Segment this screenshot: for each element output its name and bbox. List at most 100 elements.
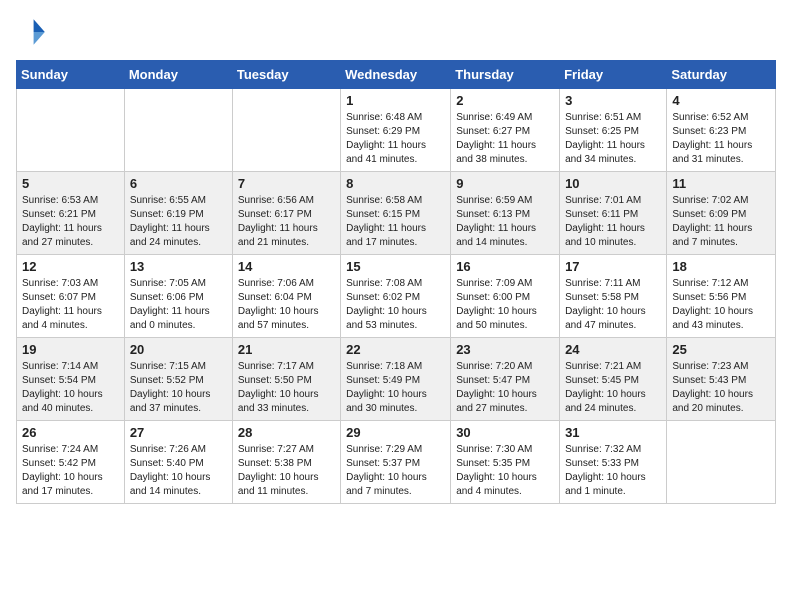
calendar-day-cell: 6 Sunrise: 6:55 AM Sunset: 6:19 PM Daylig… — [124, 172, 232, 255]
calendar-day-cell: 5 Sunrise: 6:53 AM Sunset: 6:21 PM Daylig… — [17, 172, 125, 255]
calendar-day-cell: 17 Sunrise: 7:11 AM Sunset: 5:58 PM Dayli… — [560, 255, 667, 338]
calendar-week-row: 5 Sunrise: 6:53 AM Sunset: 6:21 PM Daylig… — [17, 172, 776, 255]
day-info: Sunrise: 7:08 AM Sunset: 6:02 PM Dayligh… — [346, 277, 445, 333]
calendar-day-cell: 31 Sunrise: 7:32 AM Sunset: 5:33 PM Dayli… — [560, 421, 667, 504]
calendar-day-cell: 23 Sunrise: 7:20 AM Sunset: 5:47 PM Dayli… — [451, 338, 560, 421]
calendar-header-row: SundayMondayTuesdayWednesdayThursdayFrid… — [17, 61, 776, 89]
calendar-week-row: 26 Sunrise: 7:24 AM Sunset: 5:42 PM Dayli… — [17, 421, 776, 504]
calendar-day-cell: 27 Sunrise: 7:26 AM Sunset: 5:40 PM Dayli… — [124, 421, 232, 504]
day-number: 11 — [672, 176, 770, 191]
day-info: Sunrise: 7:09 AM Sunset: 6:00 PM Dayligh… — [456, 277, 554, 333]
day-info: Sunrise: 7:01 AM Sunset: 6:11 PM Dayligh… — [565, 194, 661, 250]
calendar-day-cell: 11 Sunrise: 7:02 AM Sunset: 6:09 PM Dayli… — [667, 172, 776, 255]
day-header-tuesday: Tuesday — [232, 61, 340, 89]
day-number: 14 — [238, 259, 335, 274]
calendar-day-cell: 4 Sunrise: 6:52 AM Sunset: 6:23 PM Daylig… — [667, 89, 776, 172]
calendar-week-row: 19 Sunrise: 7:14 AM Sunset: 5:54 PM Dayli… — [17, 338, 776, 421]
calendar-day-cell: 21 Sunrise: 7:17 AM Sunset: 5:50 PM Dayli… — [232, 338, 340, 421]
calendar-day-cell: 19 Sunrise: 7:14 AM Sunset: 5:54 PM Dayli… — [17, 338, 125, 421]
day-info: Sunrise: 7:26 AM Sunset: 5:40 PM Dayligh… — [130, 443, 227, 499]
day-info: Sunrise: 7:14 AM Sunset: 5:54 PM Dayligh… — [22, 360, 119, 416]
calendar-day-cell: 1Sunrise: 6:48 AM Sunset: 6:29 PM Daylig… — [341, 89, 451, 172]
day-info: Sunrise: 6:59 AM Sunset: 6:13 PM Dayligh… — [456, 194, 554, 250]
day-number: 23 — [456, 342, 554, 357]
calendar-day-cell: 7 Sunrise: 6:56 AM Sunset: 6:17 PM Daylig… — [232, 172, 340, 255]
day-number: 26 — [22, 425, 119, 440]
calendar-day-cell — [124, 89, 232, 172]
day-number: 5 — [22, 176, 119, 191]
calendar-week-row: 1Sunrise: 6:48 AM Sunset: 6:29 PM Daylig… — [17, 89, 776, 172]
day-info: Sunrise: 6:49 AM Sunset: 6:27 PM Dayligh… — [456, 111, 554, 167]
calendar-day-cell: 20Sunrise: 7:15 AM Sunset: 5:52 PM Dayli… — [124, 338, 232, 421]
calendar-day-cell: 2Sunrise: 6:49 AM Sunset: 6:27 PM Daylig… — [451, 89, 560, 172]
calendar-day-cell: 18 Sunrise: 7:12 AM Sunset: 5:56 PM Dayli… — [667, 255, 776, 338]
page-header — [16, 16, 776, 48]
day-number: 10 — [565, 176, 661, 191]
day-info: Sunrise: 7:02 AM Sunset: 6:09 PM Dayligh… — [672, 194, 770, 250]
day-number: 29 — [346, 425, 445, 440]
calendar-day-cell: 24Sunrise: 7:21 AM Sunset: 5:45 PM Dayli… — [560, 338, 667, 421]
day-number: 17 — [565, 259, 661, 274]
day-info: Sunrise: 7:27 AM Sunset: 5:38 PM Dayligh… — [238, 443, 335, 499]
day-number: 13 — [130, 259, 227, 274]
calendar-day-cell: 13 Sunrise: 7:05 AM Sunset: 6:06 PM Dayli… — [124, 255, 232, 338]
day-info: Sunrise: 7:11 AM Sunset: 5:58 PM Dayligh… — [565, 277, 661, 333]
day-number: 19 — [22, 342, 119, 357]
day-info: Sunrise: 6:51 AM Sunset: 6:25 PM Dayligh… — [565, 111, 661, 167]
day-info: Sunrise: 6:55 AM Sunset: 6:19 PM Dayligh… — [130, 194, 227, 250]
day-info: Sunrise: 7:05 AM Sunset: 6:06 PM Dayligh… — [130, 277, 227, 333]
day-info: Sunrise: 7:12 AM Sunset: 5:56 PM Dayligh… — [672, 277, 770, 333]
day-info: Sunrise: 7:29 AM Sunset: 5:37 PM Dayligh… — [346, 443, 445, 499]
logo-icon — [16, 16, 48, 48]
calendar-day-cell: 26 Sunrise: 7:24 AM Sunset: 5:42 PM Dayli… — [17, 421, 125, 504]
day-info: Sunrise: 7:30 AM Sunset: 5:35 PM Dayligh… — [456, 443, 554, 499]
day-info: Sunrise: 7:24 AM Sunset: 5:42 PM Dayligh… — [22, 443, 119, 499]
day-info: Sunrise: 7:17 AM Sunset: 5:50 PM Dayligh… — [238, 360, 335, 416]
day-number: 28 — [238, 425, 335, 440]
day-number: 4 — [672, 93, 770, 108]
logo — [16, 16, 52, 48]
day-header-saturday: Saturday — [667, 61, 776, 89]
day-header-sunday: Sunday — [17, 61, 125, 89]
day-number: 16 — [456, 259, 554, 274]
day-number: 18 — [672, 259, 770, 274]
day-number: 15 — [346, 259, 445, 274]
calendar-day-cell: 3 Sunrise: 6:51 AM Sunset: 6:25 PM Daylig… — [560, 89, 667, 172]
day-number: 31 — [565, 425, 661, 440]
calendar-day-cell: 22Sunrise: 7:18 AM Sunset: 5:49 PM Dayli… — [341, 338, 451, 421]
day-info: Sunrise: 7:03 AM Sunset: 6:07 PM Dayligh… — [22, 277, 119, 333]
day-number: 27 — [130, 425, 227, 440]
day-number: 6 — [130, 176, 227, 191]
day-info: Sunrise: 7:06 AM Sunset: 6:04 PM Dayligh… — [238, 277, 335, 333]
calendar-day-cell — [232, 89, 340, 172]
day-info: Sunrise: 6:58 AM Sunset: 6:15 PM Dayligh… — [346, 194, 445, 250]
calendar-day-cell: 8 Sunrise: 6:58 AM Sunset: 6:15 PM Daylig… — [341, 172, 451, 255]
calendar-day-cell — [667, 421, 776, 504]
calendar-day-cell: 28 Sunrise: 7:27 AM Sunset: 5:38 PM Dayli… — [232, 421, 340, 504]
day-number: 21 — [238, 342, 335, 357]
calendar-day-cell: 15 Sunrise: 7:08 AM Sunset: 6:02 PM Dayli… — [341, 255, 451, 338]
day-header-wednesday: Wednesday — [341, 61, 451, 89]
calendar-day-cell: 14 Sunrise: 7:06 AM Sunset: 6:04 PM Dayli… — [232, 255, 340, 338]
calendar-day-cell: 25 Sunrise: 7:23 AM Sunset: 5:43 PM Dayli… — [667, 338, 776, 421]
day-number: 8 — [346, 176, 445, 191]
day-info: Sunrise: 6:48 AM Sunset: 6:29 PM Dayligh… — [346, 111, 445, 167]
calendar-day-cell: 16 Sunrise: 7:09 AM Sunset: 6:00 PM Dayli… — [451, 255, 560, 338]
day-info: Sunrise: 6:56 AM Sunset: 6:17 PM Dayligh… — [238, 194, 335, 250]
day-number: 3 — [565, 93, 661, 108]
day-info: Sunrise: 6:53 AM Sunset: 6:21 PM Dayligh… — [22, 194, 119, 250]
day-number: 7 — [238, 176, 335, 191]
calendar-table: SundayMondayTuesdayWednesdayThursdayFrid… — [16, 60, 776, 504]
day-info: Sunrise: 6:52 AM Sunset: 6:23 PM Dayligh… — [672, 111, 770, 167]
day-info: Sunrise: 7:20 AM Sunset: 5:47 PM Dayligh… — [456, 360, 554, 416]
calendar-day-cell: 9Sunrise: 6:59 AM Sunset: 6:13 PM Daylig… — [451, 172, 560, 255]
day-header-thursday: Thursday — [451, 61, 560, 89]
day-info: Sunrise: 7:15 AM Sunset: 5:52 PM Dayligh… — [130, 360, 227, 416]
day-info: Sunrise: 7:23 AM Sunset: 5:43 PM Dayligh… — [672, 360, 770, 416]
day-number: 22 — [346, 342, 445, 357]
day-info: Sunrise: 7:32 AM Sunset: 5:33 PM Dayligh… — [565, 443, 661, 499]
day-number: 30 — [456, 425, 554, 440]
calendar-day-cell: 29 Sunrise: 7:29 AM Sunset: 5:37 PM Dayli… — [341, 421, 451, 504]
day-info: Sunrise: 7:21 AM Sunset: 5:45 PM Dayligh… — [565, 360, 661, 416]
day-number: 25 — [672, 342, 770, 357]
